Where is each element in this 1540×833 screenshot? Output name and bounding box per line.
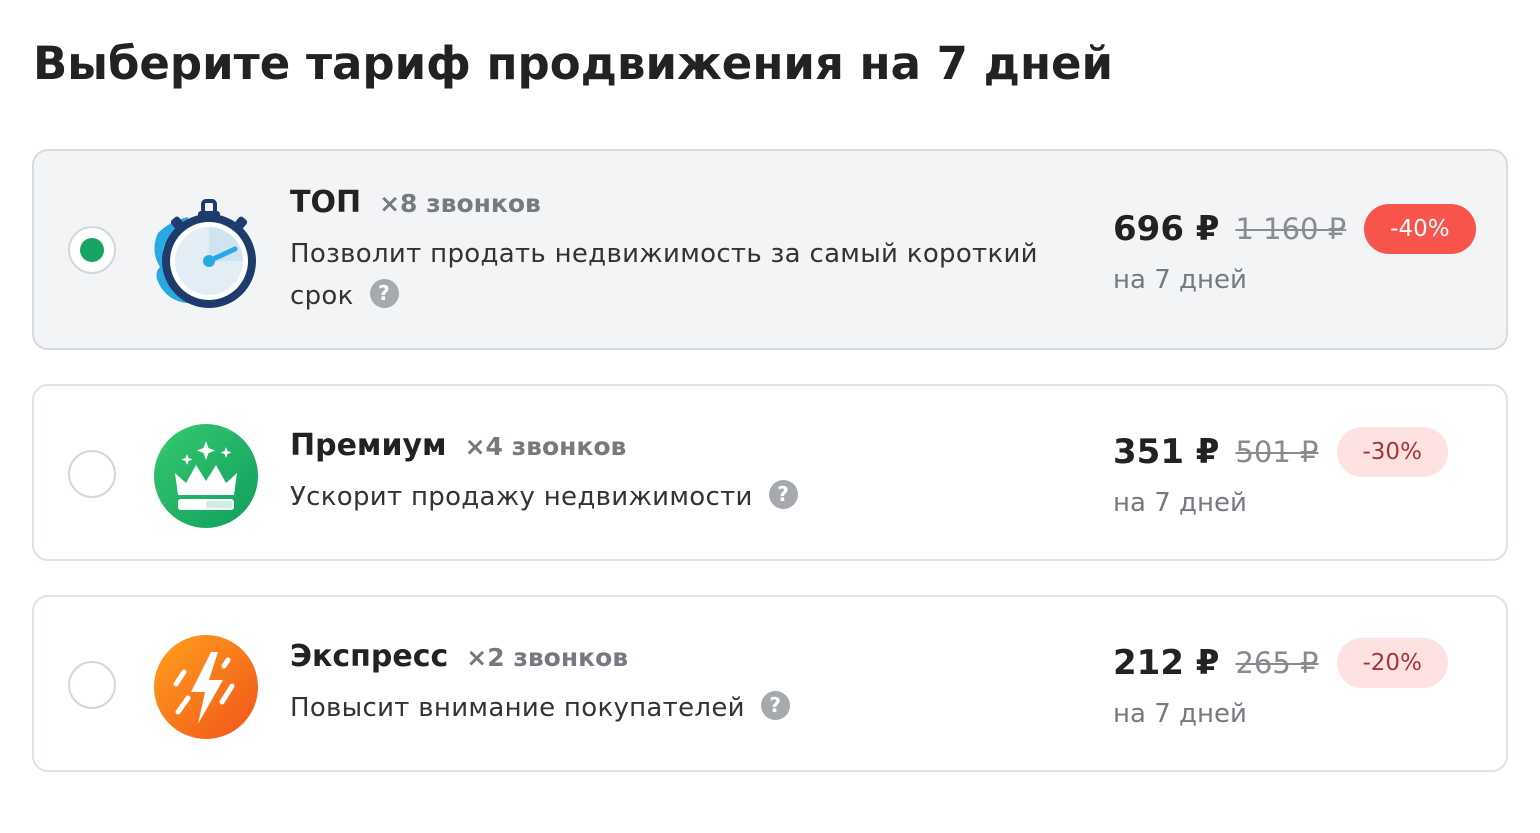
discount-badge: -30% — [1336, 426, 1448, 477]
tariff-radio-express[interactable] — [68, 661, 116, 709]
question-mark-icon[interactable]: ? — [760, 691, 790, 720]
tariff-title-row: Экспресс ×2 звонков — [290, 637, 628, 681]
tariff-description-block: Повысит внимание покупателей? — [290, 687, 1090, 729]
tariff-old-price: 265 ₽ — [1235, 645, 1319, 680]
discount-badge: -40% — [1364, 203, 1476, 254]
tariff-old-price: 1 160 ₽ — [1235, 211, 1347, 246]
tariff-price: 351 ₽ — [1113, 431, 1220, 472]
lightning-icon — [148, 632, 264, 748]
radio-selected-dot — [80, 238, 104, 262]
tariff-name: Премиум — [290, 428, 447, 463]
tariff-price: 696 ₽ — [1113, 208, 1220, 249]
tariff-description: Ускорит продажу недвижимости — [290, 482, 753, 512]
tariff-card-top[interactable]: ТОП ×8 звонков Позволит продать недвижимо… — [32, 149, 1508, 350]
tariff-period: на 7 дней — [1113, 699, 1247, 729]
tariff-price-row: 696 ₽ 1 160 ₽ -40% — [1113, 203, 1476, 254]
tariff-name: Экспресс — [290, 639, 449, 674]
tariff-title-row: ТОП ×8 звонков — [290, 183, 541, 227]
tariff-price: 212 ₽ — [1113, 642, 1220, 683]
page-title: Выберите тариф продвижения на 7 дней — [33, 37, 1114, 90]
question-mark-icon[interactable]: ? — [369, 279, 399, 308]
tariff-radio-premium[interactable] — [68, 450, 116, 498]
tariff-name: ТОП — [290, 185, 362, 220]
tariff-period: на 7 дней — [1113, 488, 1247, 518]
tariff-description-block: Ускорит продажу недвижимости? — [290, 476, 1090, 518]
tariff-card-premium[interactable]: Премиум ×4 звонков Ускорит продажу недвиж… — [32, 384, 1508, 561]
tariff-old-price: 501 ₽ — [1235, 434, 1319, 469]
tariff-calls: ×8 звонков — [379, 189, 541, 218]
tariff-period: на 7 дней — [1113, 265, 1247, 295]
tariff-card-express[interactable]: Экспресс ×2 звонков Повысит внимание поку… — [32, 595, 1508, 772]
question-mark-icon[interactable]: ? — [768, 480, 798, 509]
discount-badge: -20% — [1336, 637, 1448, 688]
tariff-description-block: Позволит продать недвижимость за самый к… — [290, 233, 1090, 317]
stopwatch-icon — [148, 193, 264, 309]
tariff-calls: ×4 звонков — [464, 432, 627, 461]
tariff-price-row: 212 ₽ 265 ₽ -20% — [1113, 637, 1448, 688]
tariff-price-row: 351 ₽ 501 ₽ -30% — [1113, 426, 1448, 477]
tariff-radio-top[interactable] — [68, 226, 116, 274]
tariff-description: Повысит внимание покупателей — [290, 693, 745, 723]
tariff-description: Позволит продать недвижимость за самый к… — [290, 239, 1038, 311]
tariff-calls: ×2 звонков — [466, 643, 629, 672]
tariff-title-row: Премиум ×4 звонков — [290, 426, 626, 470]
crown-icon — [148, 421, 264, 537]
